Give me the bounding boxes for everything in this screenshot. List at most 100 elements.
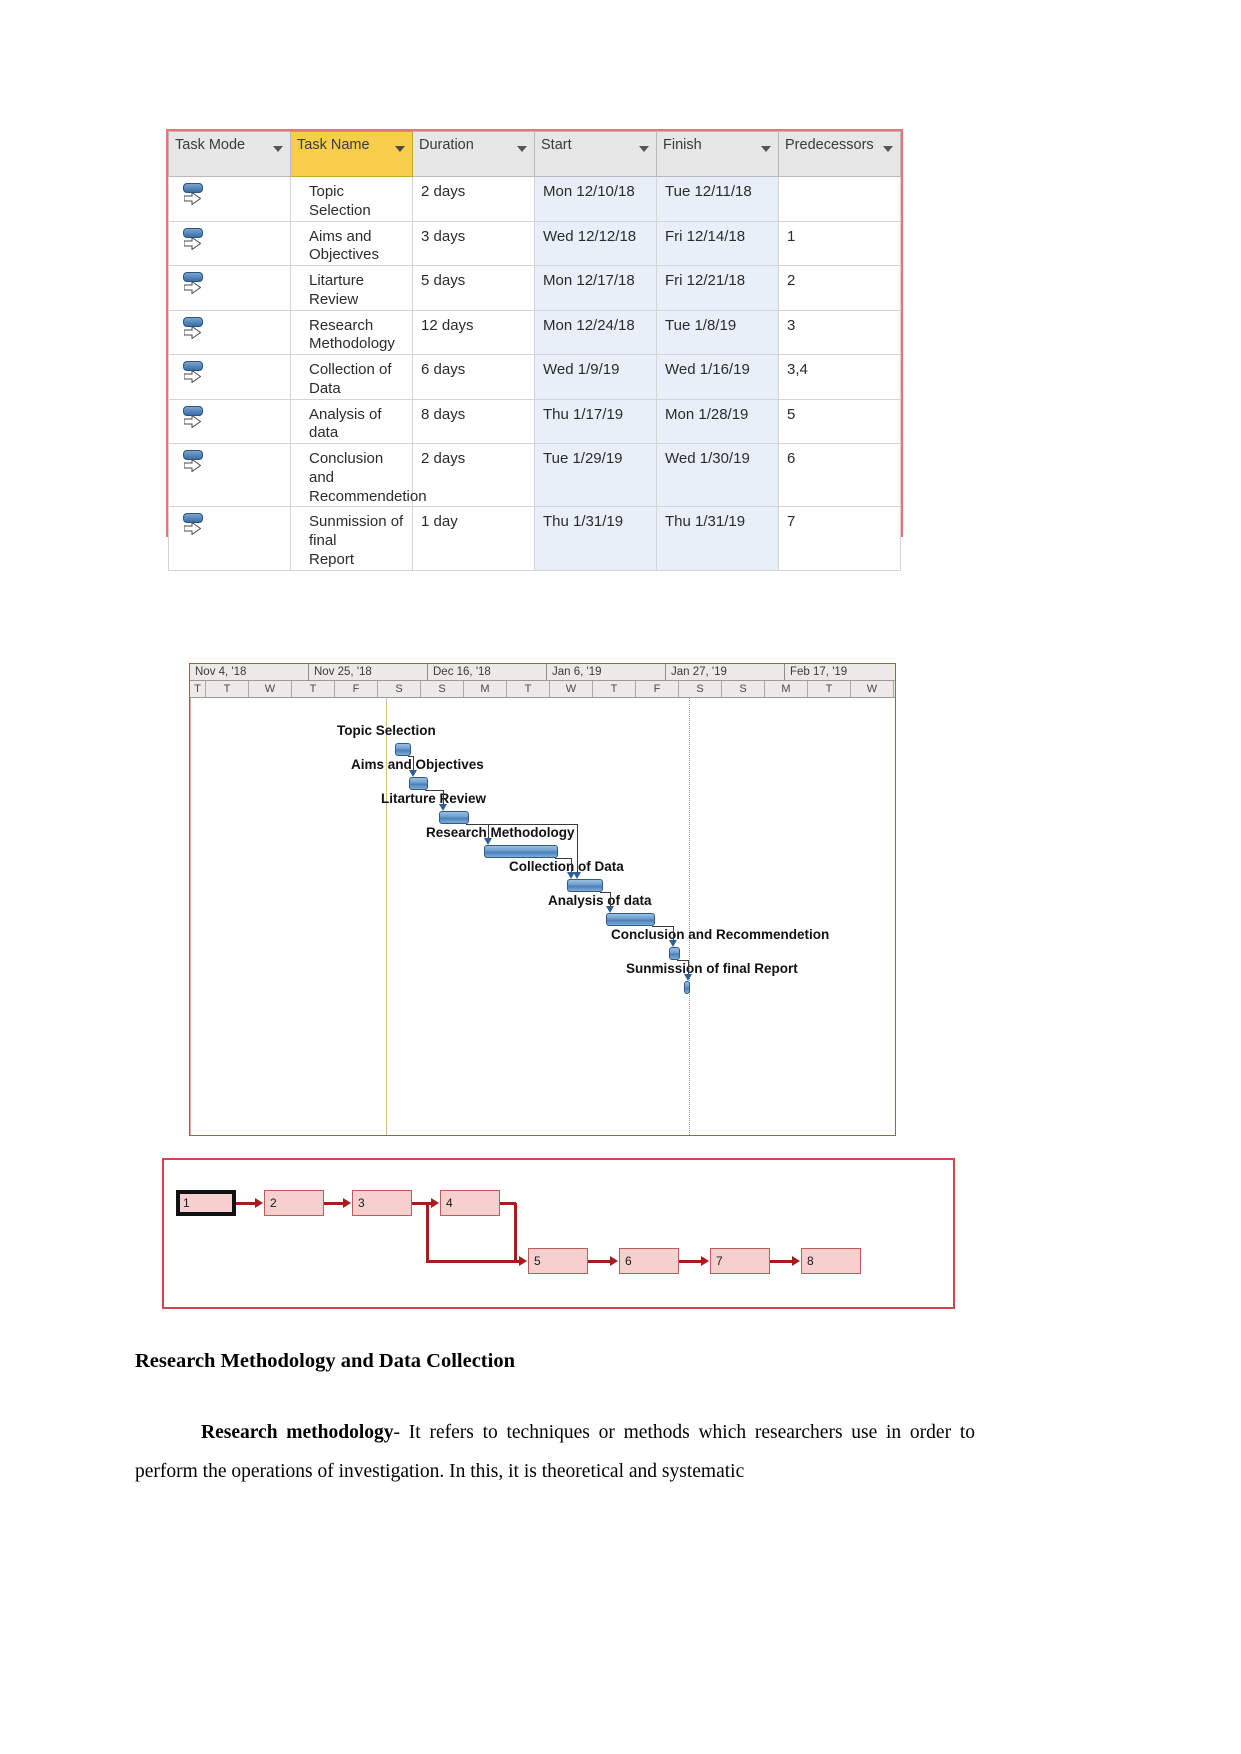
- cell-duration[interactable]: 1 day: [412, 506, 535, 571]
- filter-dropdown-icon-finish[interactable]: [761, 146, 771, 152]
- gantt-bar-label: Litarture Review: [381, 791, 487, 806]
- table-row[interactable]: Research Methodology 12 days Mon 12/24/18 T…: [168, 309, 901, 355]
- network-node[interactable]: 1: [176, 1190, 236, 1216]
- gantt-bar[interactable]: [395, 743, 411, 756]
- column-header-start[interactable]: Start: [534, 131, 657, 177]
- cell-duration[interactable]: 3 days: [412, 220, 535, 266]
- cell-start[interactable]: Mon 12/24/18: [534, 309, 657, 355]
- filter-dropdown-icon-start[interactable]: [639, 146, 649, 152]
- table-row[interactable]: Analysis of data 8 days Thu 1/17/19 Mon 1/2…: [168, 398, 901, 444]
- filter-dropdown-icon-task-mode[interactable]: [273, 146, 283, 152]
- cell-duration[interactable]: 2 days: [412, 176, 535, 222]
- table-row[interactable]: Litarture Review 5 days Mon 12/17/18 Fri 12…: [168, 265, 901, 311]
- network-diagram: 1 2 3 4 5 6 7 8: [162, 1158, 955, 1309]
- cell-finish[interactable]: Wed 1/30/19: [656, 442, 779, 508]
- gantt-link-horizontal: [425, 790, 443, 791]
- cell-task-name[interactable]: Conclusion and Recommendetion: [290, 442, 427, 508]
- network-node[interactable]: 4: [440, 1190, 500, 1216]
- table-row[interactable]: Topic Selection 2 days Mon 12/10/18 Tue 12/…: [168, 176, 901, 222]
- network-node[interactable]: 5: [528, 1248, 588, 1274]
- cell-task-name[interactable]: Aims and Objectives: [290, 220, 413, 266]
- cell-task-name[interactable]: Topic Selection: [290, 176, 413, 222]
- cell-finish[interactable]: Wed 1/16/19: [656, 354, 779, 400]
- gantt-bar[interactable]: [684, 981, 690, 994]
- cell-duration[interactable]: 12 days: [412, 309, 535, 355]
- network-node[interactable]: 7: [710, 1248, 770, 1274]
- cell-task-name[interactable]: Collection of Data: [290, 354, 413, 400]
- gantt-bar[interactable]: [439, 811, 469, 824]
- network-node[interactable]: 8: [801, 1248, 861, 1274]
- network-node[interactable]: 2: [264, 1190, 324, 1216]
- cell-duration[interactable]: 8 days: [412, 398, 535, 444]
- cell-predecessors[interactable]: [778, 176, 901, 222]
- gantt-bar[interactable]: [669, 947, 680, 960]
- cell-start[interactable]: Wed 1/9/19: [534, 354, 657, 400]
- cell-task-name[interactable]: Research Methodology: [290, 309, 413, 355]
- cell-predecessors[interactable]: 3,4: [778, 354, 901, 400]
- timeline-minor-cell: S: [421, 681, 464, 697]
- column-header-duration[interactable]: Duration: [412, 131, 535, 177]
- cell-duration[interactable]: 2 days: [412, 442, 535, 508]
- filter-dropdown-icon-task-name[interactable]: [395, 146, 405, 152]
- timeline-minor-cell: M: [464, 681, 507, 697]
- cell-start[interactable]: Thu 1/17/19: [534, 398, 657, 444]
- filter-dropdown-icon-predecessors[interactable]: [883, 146, 893, 152]
- cell-start[interactable]: Wed 12/12/18: [534, 220, 657, 266]
- cell-duration[interactable]: 6 days: [412, 354, 535, 400]
- cell-task-mode[interactable]: [168, 398, 291, 444]
- gantt-bar-label: Aims and Objectives: [351, 757, 484, 772]
- column-header-task-name[interactable]: Task Name: [290, 131, 413, 177]
- network-node[interactable]: 3: [352, 1190, 412, 1216]
- cell-duration[interactable]: 5 days: [412, 265, 535, 311]
- cell-duration-text: 2 days: [421, 450, 466, 467]
- cell-start[interactable]: Mon 12/17/18: [534, 265, 657, 311]
- cell-finish-text: Thu 1/31/19: [665, 513, 746, 531]
- cell-finish[interactable]: Tue 12/11/18: [656, 176, 779, 222]
- gantt-bar[interactable]: [567, 879, 603, 892]
- filter-dropdown-icon-duration[interactable]: [517, 146, 527, 152]
- cell-start[interactable]: Mon 12/10/18: [534, 176, 657, 222]
- cell-finish[interactable]: Tue 1/8/19: [656, 309, 779, 355]
- gantt-link-vertical: [443, 790, 444, 804]
- cell-predecessors[interactable]: 7: [778, 506, 901, 571]
- cell-start[interactable]: Thu 1/31/19: [534, 506, 657, 571]
- network-edge: [679, 1260, 701, 1263]
- cell-predecessors[interactable]: 5: [778, 398, 901, 444]
- gantt-link-vertical: [571, 858, 572, 872]
- timeline-minor-cell: S: [378, 681, 421, 697]
- gantt-bar[interactable]: [484, 845, 558, 858]
- table-row[interactable]: Collection of Data 6 days Wed 1/9/19 Wed 1/…: [168, 354, 901, 400]
- column-header-task-mode[interactable]: Task Mode: [168, 131, 291, 177]
- network-node[interactable]: 6: [619, 1248, 679, 1274]
- cell-task-mode[interactable]: [168, 309, 291, 355]
- cell-task-name[interactable]: Analysis of data: [290, 398, 413, 444]
- cell-finish[interactable]: Fri 12/14/18: [656, 220, 779, 266]
- cell-predecessors[interactable]: 2: [778, 265, 901, 311]
- gantt-bar[interactable]: [409, 777, 428, 790]
- cell-task-mode[interactable]: [168, 506, 291, 571]
- cell-task-mode[interactable]: [168, 220, 291, 266]
- table-row[interactable]: Sunmission of final Report 1 day Thu 1/31/…: [168, 506, 901, 571]
- cell-predecessors[interactable]: 6: [778, 442, 901, 508]
- column-header-finish[interactable]: Finish: [656, 131, 779, 177]
- cell-start[interactable]: Tue 1/29/19: [534, 442, 657, 508]
- cell-task-mode[interactable]: [168, 442, 291, 508]
- cell-task-name[interactable]: Litarture Review: [290, 265, 413, 311]
- cell-predecessors[interactable]: 3: [778, 309, 901, 355]
- table-row[interactable]: Conclusion and Recommendetion 2 days Tue 1…: [168, 442, 901, 508]
- table-row[interactable]: Aims and Objectives 3 days Wed 12/12/18 Fri…: [168, 220, 901, 266]
- cell-finish[interactable]: Mon 1/28/19: [656, 398, 779, 444]
- cell-predecessors[interactable]: 1: [778, 220, 901, 266]
- column-header-predecessors[interactable]: Predecessors: [778, 131, 901, 177]
- cell-task-mode[interactable]: [168, 354, 291, 400]
- cell-task-mode[interactable]: [168, 265, 291, 311]
- cell-finish[interactable]: Thu 1/31/19: [656, 506, 779, 571]
- gantt-link-horizontal: [600, 892, 610, 893]
- gantt-bar[interactable]: [606, 913, 655, 926]
- cell-duration-text: 3 days: [421, 227, 466, 245]
- cell-task-name[interactable]: Sunmission of final Report: [290, 506, 413, 571]
- cell-finish[interactable]: Fri 12/21/18: [656, 265, 779, 311]
- cell-task-mode[interactable]: [168, 176, 291, 222]
- gantt-current-date-line: [689, 698, 690, 1135]
- timeline-major-cell: Dec 16, '18: [428, 664, 547, 680]
